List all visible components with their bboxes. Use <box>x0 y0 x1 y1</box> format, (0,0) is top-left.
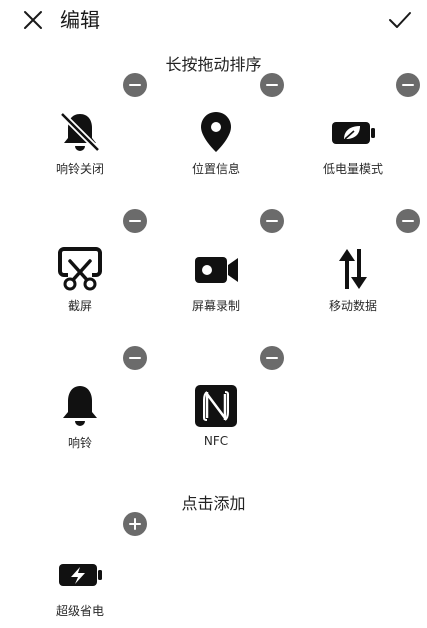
remove-button[interactable] <box>396 209 420 233</box>
tile-label: 低电量模式 <box>322 162 383 176</box>
tile-ring-off[interactable]: 响铃关闭 <box>30 100 130 180</box>
tile-nfc[interactable]: NFC <box>166 374 266 454</box>
tile-location[interactable]: 位置信息 <box>166 100 266 180</box>
remove-button[interactable] <box>260 73 284 97</box>
add-hint: 点击添加 <box>181 494 246 513</box>
screenshot-scissors-icon <box>56 245 104 293</box>
remove-button[interactable] <box>123 209 147 233</box>
tile-screen-record[interactable]: 屏幕录制 <box>166 237 266 317</box>
up-down-arrows-icon <box>329 245 377 293</box>
tile-screenshot[interactable]: 截屏 <box>30 237 130 317</box>
close-icon <box>24 11 42 29</box>
close-button[interactable] <box>17 4 49 36</box>
drag-sort-hint: 长按拖动排序 <box>165 55 262 74</box>
video-camera-icon <box>192 245 240 293</box>
checkmark-icon <box>389 12 411 28</box>
tile-super-power-saving[interactable]: 超级省电 <box>30 542 130 622</box>
tile-label: NFC <box>203 434 229 448</box>
tile-label: 截屏 <box>67 299 92 313</box>
tile-label: 响铃关闭 <box>55 162 104 176</box>
tile-ring[interactable]: 响铃 <box>30 374 130 454</box>
battery-leaf-icon <box>329 108 377 156</box>
nfc-icon <box>192 382 240 430</box>
bell-off-icon <box>56 108 104 156</box>
tile-label: 位置信息 <box>191 162 240 176</box>
confirm-button[interactable] <box>384 4 416 36</box>
remove-button[interactable] <box>396 73 420 97</box>
remove-button[interactable] <box>260 209 284 233</box>
location-pin-icon <box>192 108 240 156</box>
remove-button[interactable] <box>260 346 284 370</box>
remove-button[interactable] <box>123 346 147 370</box>
remove-button[interactable] <box>123 73 147 97</box>
tile-mobile-data[interactable]: 移动数据 <box>303 237 403 317</box>
tile-label: 超级省电 <box>55 604 104 618</box>
add-button[interactable] <box>123 512 147 536</box>
battery-bolt-icon <box>56 550 104 598</box>
page-title: 编辑 <box>60 8 100 32</box>
tile-label: 屏幕录制 <box>191 299 240 313</box>
tile-low-power[interactable]: 低电量模式 <box>303 100 403 180</box>
tile-label: 移动数据 <box>328 299 377 313</box>
bell-icon <box>56 382 104 430</box>
tile-label: 响铃 <box>67 436 92 450</box>
